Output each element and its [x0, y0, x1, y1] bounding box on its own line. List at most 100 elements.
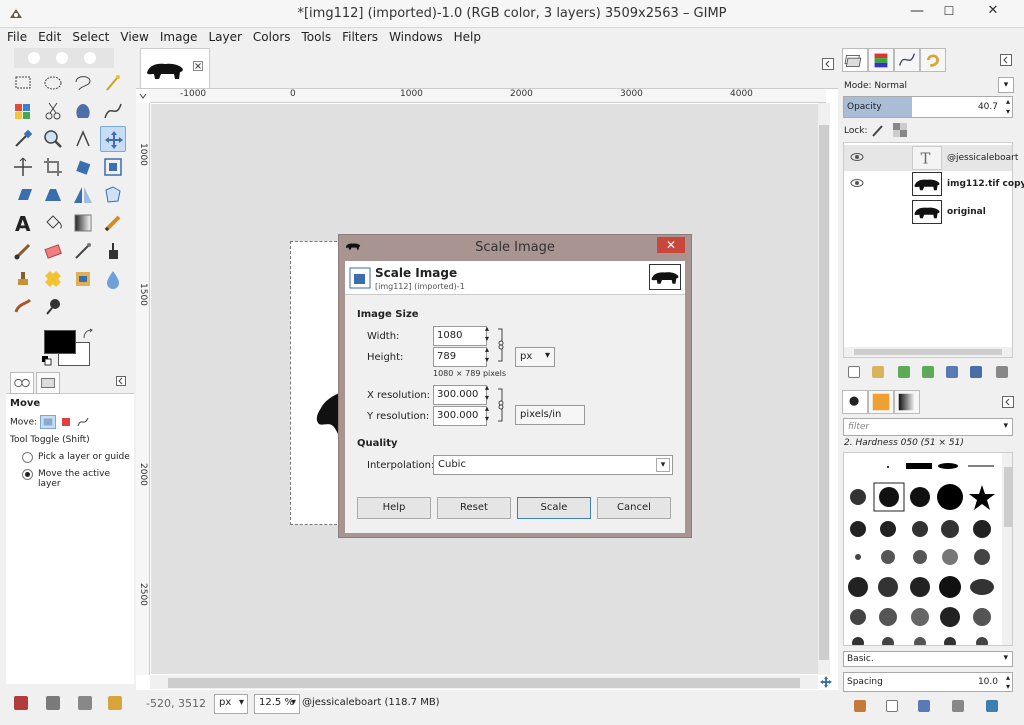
brushes-tab[interactable] — [842, 390, 868, 414]
brush-scroll-thumb[interactable] — [1004, 467, 1012, 527]
brush-preset[interactable] — [878, 577, 898, 597]
layer-row[interactable]: original — [844, 199, 1012, 225]
cage-transform-tool[interactable] — [100, 182, 126, 208]
quick-mask-menu-icon[interactable] — [138, 91, 148, 101]
help-button[interactable]: Help — [357, 497, 431, 519]
minimize-button[interactable]: — — [902, 0, 932, 24]
navigate-icon[interactable] — [819, 675, 833, 689]
brush-preset[interactable] — [879, 487, 899, 507]
ellipse-select-tool[interactable] — [40, 70, 66, 96]
lock-pixels-icon[interactable] — [870, 122, 886, 138]
brush-preset[interactable] — [848, 577, 868, 597]
undo-history-tab[interactable] — [920, 48, 946, 72]
brush-preset[interactable] — [941, 520, 959, 538]
select-by-color-tool[interactable] — [10, 98, 36, 124]
brush-preset-select[interactable]: Basic. ▾ — [843, 651, 1013, 667]
horizontal-scroll-thumb[interactable] — [168, 678, 800, 688]
width-input[interactable]: 1080 — [433, 326, 487, 346]
close-window-button[interactable]: ✕ — [966, 0, 1020, 24]
image-tab-img112[interactable] — [140, 48, 210, 88]
mode-dropdown-button[interactable]: ▾ — [998, 77, 1014, 93]
new-brush-icon[interactable] — [886, 700, 898, 712]
interpolation-select[interactable]: Cubic ▾ — [433, 455, 673, 475]
text-tool[interactable]: A — [10, 210, 36, 236]
anchor-layer-icon[interactable] — [970, 366, 982, 378]
perspective-tool[interactable] — [40, 182, 66, 208]
y-resolution-input[interactable]: 300.000 — [433, 406, 487, 426]
foreground-color-swatch-top[interactable] — [44, 330, 76, 354]
height-input[interactable]: 789 — [433, 347, 487, 367]
scissors-tool[interactable] — [40, 98, 66, 124]
default-colors-icon[interactable] — [42, 356, 52, 366]
brush-preset[interactable] — [939, 576, 961, 598]
wilber-drop-area[interactable] — [14, 48, 114, 68]
brush-preset[interactable] — [887, 466, 889, 468]
menu-layer[interactable]: Layer — [204, 28, 245, 46]
edit-brush-icon[interactable] — [854, 700, 866, 712]
eye-icon[interactable] — [850, 177, 864, 189]
eye-icon[interactable] — [850, 151, 864, 163]
paths-tab[interactable] — [894, 48, 920, 72]
menu-tools[interactable]: Tools — [298, 28, 336, 46]
rotate-tool[interactable] — [70, 154, 96, 180]
gradients-tab[interactable] — [894, 390, 920, 414]
crop-tool[interactable] — [40, 154, 66, 180]
pencil-tool[interactable] — [100, 210, 126, 236]
horizontal-scrollbar[interactable] — [150, 675, 818, 689]
duplicate-layer-icon[interactable] — [946, 366, 958, 378]
menu-help[interactable]: Help — [450, 28, 485, 46]
ink-tool[interactable] — [100, 238, 126, 264]
size-unit-select[interactable]: px ▾ — [515, 347, 555, 367]
x-resolution-spin-arrows[interactable] — [485, 383, 493, 405]
opacity-slider[interactable]: Opacity 40.7 ▴ ▾ — [843, 96, 1013, 118]
close-tab-icon[interactable] — [193, 61, 203, 71]
menu-view[interactable]: View — [116, 28, 152, 46]
brush-preset[interactable] — [852, 637, 864, 646]
foreground-select-tool[interactable] — [70, 98, 96, 124]
brush-preset[interactable] — [906, 463, 932, 469]
airbrush-tool[interactable] — [70, 238, 96, 264]
layer-row[interactable]: img112.tif copy — [844, 171, 1024, 197]
layer-list-hscroll[interactable] — [844, 347, 1012, 357]
menu-edit[interactable]: Edit — [34, 28, 65, 46]
paintbrush-tool[interactable] — [10, 238, 36, 264]
brush-preset[interactable] — [970, 579, 994, 595]
lower-layer-icon[interactable] — [922, 366, 934, 378]
duplicate-brush-icon[interactable] — [918, 700, 930, 712]
chain-link-icon[interactable] — [497, 327, 505, 363]
menu-select[interactable]: Select — [68, 28, 113, 46]
fuzzy-select-tool[interactable] — [100, 70, 126, 96]
brush-filter-field[interactable]: filter ▾ — [843, 418, 1013, 436]
spacing-spin-arrows[interactable]: ▴ ▾ — [1006, 673, 1010, 691]
brush-preset[interactable] — [937, 484, 963, 510]
chevron-down-icon[interactable]: ▾ — [1003, 421, 1008, 431]
brush-preset[interactable] — [880, 521, 896, 537]
device-status-tab[interactable] — [36, 372, 60, 394]
chain-link-icon[interactable] — [497, 387, 505, 423]
brush-preset[interactable] — [912, 521, 928, 537]
brush-preset[interactable] — [850, 521, 866, 537]
move-selection-mode-icon[interactable] — [59, 415, 73, 429]
vertical-scroll-thumb[interactable] — [819, 125, 829, 660]
unit-select[interactable]: px ▾ — [214, 694, 248, 714]
resolution-unit-select[interactable]: pixels/in — [515, 405, 585, 425]
maximize-button[interactable]: ☐ — [934, 0, 964, 24]
patterns-tab[interactable] — [868, 390, 894, 414]
zoom-select[interactable]: 12.5 % ▾ — [254, 694, 300, 714]
smudge-tool[interactable] — [10, 294, 36, 320]
height-spin-arrows[interactable] — [485, 345, 493, 367]
dialog-close-button[interactable]: ✕ — [657, 237, 685, 253]
menu-filters[interactable]: Filters — [338, 28, 382, 46]
color-picker-tool[interactable] — [10, 126, 36, 152]
vertical-scrollbar[interactable] — [818, 103, 830, 675]
lock-alpha-icon[interactable] — [892, 122, 908, 138]
new-layer-icon[interactable] — [848, 366, 860, 378]
brush-preset[interactable] — [911, 608, 929, 626]
refresh-brushes-icon[interactable] — [986, 700, 998, 712]
brush-preset[interactable] — [944, 637, 956, 646]
align-tool[interactable] — [10, 154, 36, 180]
eraser-tool[interactable] — [40, 238, 66, 264]
blur-tool[interactable] — [100, 266, 126, 292]
brush-preset[interactable] — [879, 608, 897, 626]
configure-image-tabs-icon[interactable] — [822, 58, 834, 70]
